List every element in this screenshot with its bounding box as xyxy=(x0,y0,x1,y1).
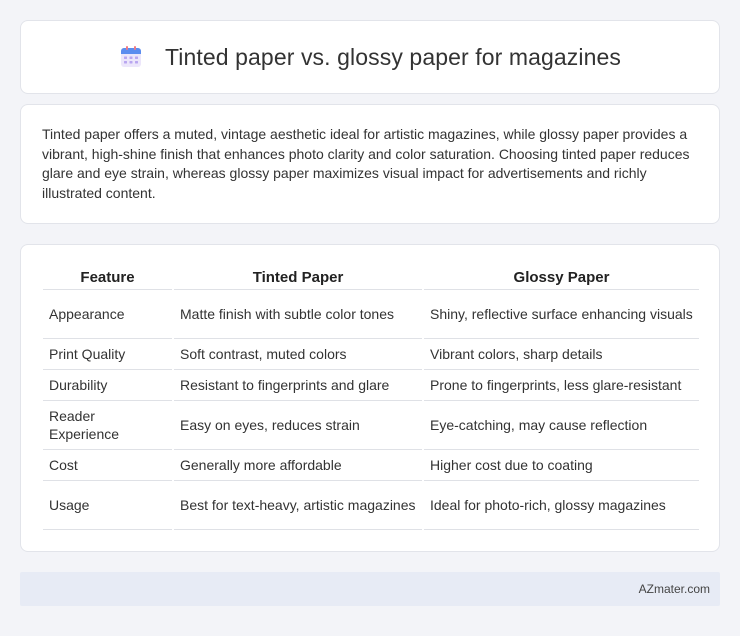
glossy-paper-cell: Vibrant colors, sharp details xyxy=(422,338,699,370)
table-row: Appearance Matte finish with subtle colo… xyxy=(43,289,699,339)
feature-cell: Appearance xyxy=(43,289,173,339)
tinted-paper-cell: Generally more affordable xyxy=(172,449,423,481)
comparison-card: Feature Tinted Paper Glossy Paper Appear… xyxy=(20,244,720,552)
footer: AZmater.com xyxy=(20,572,720,606)
table-row: Usage Best for text-heavy, artistic maga… xyxy=(43,480,699,530)
calendar-icon xyxy=(120,46,141,67)
feature-cell: Usage xyxy=(43,480,173,530)
title-card: Tinted paper vs. glossy paper for magazi… xyxy=(20,20,720,94)
glossy-paper-cell: Shiny, reflective surface enhancing visu… xyxy=(422,289,699,339)
comparison-table: Feature Tinted Paper Glossy Paper Appear… xyxy=(43,265,699,530)
footer-site-label: AZmater.com xyxy=(638,582,710,596)
page-title: Tinted paper vs. glossy paper for magazi… xyxy=(164,43,621,70)
glossy-paper-cell: Eye-catching, may cause reflection xyxy=(422,400,699,450)
intro-paragraph: Tinted paper offers a muted, vintage aes… xyxy=(42,126,690,201)
glossy-paper-cell: Prone to fingerprints, less glare-resist… xyxy=(422,369,699,401)
table-row: Durability Resistant to fingerprints and… xyxy=(43,369,699,401)
feature-cell: Cost xyxy=(43,449,173,481)
table-row: Print Quality Soft contrast, muted color… xyxy=(43,338,699,370)
tinted-paper-cell: Easy on eyes, reduces strain xyxy=(172,400,423,450)
column-header-glossy-paper: Glossy Paper xyxy=(422,265,699,290)
intro-card: Tinted paper offers a muted, vintage aes… xyxy=(20,104,720,224)
tinted-paper-cell: Matte finish with subtle color tones xyxy=(172,289,423,339)
table-row: Reader Experience Easy on eyes, reduces … xyxy=(43,400,699,450)
column-header-tinted-paper: Tinted Paper xyxy=(172,265,423,290)
column-header-feature: Feature xyxy=(43,265,173,290)
feature-cell: Reader Experience xyxy=(43,400,173,450)
glossy-paper-cell: Ideal for photo-rich, glossy magazines xyxy=(422,480,699,530)
feature-cell: Durability xyxy=(43,369,173,401)
glossy-paper-cell: Higher cost due to coating xyxy=(422,449,699,481)
table-header-row: Feature Tinted Paper Glossy Paper xyxy=(43,265,699,290)
feature-cell: Print Quality xyxy=(43,338,173,370)
table-row: Cost Generally more affordable Higher co… xyxy=(43,449,699,481)
tinted-paper-cell: Resistant to fingerprints and glare xyxy=(172,369,423,401)
tinted-paper-cell: Best for text-heavy, artistic magazines xyxy=(172,480,423,530)
tinted-paper-cell: Soft contrast, muted colors xyxy=(172,338,423,370)
